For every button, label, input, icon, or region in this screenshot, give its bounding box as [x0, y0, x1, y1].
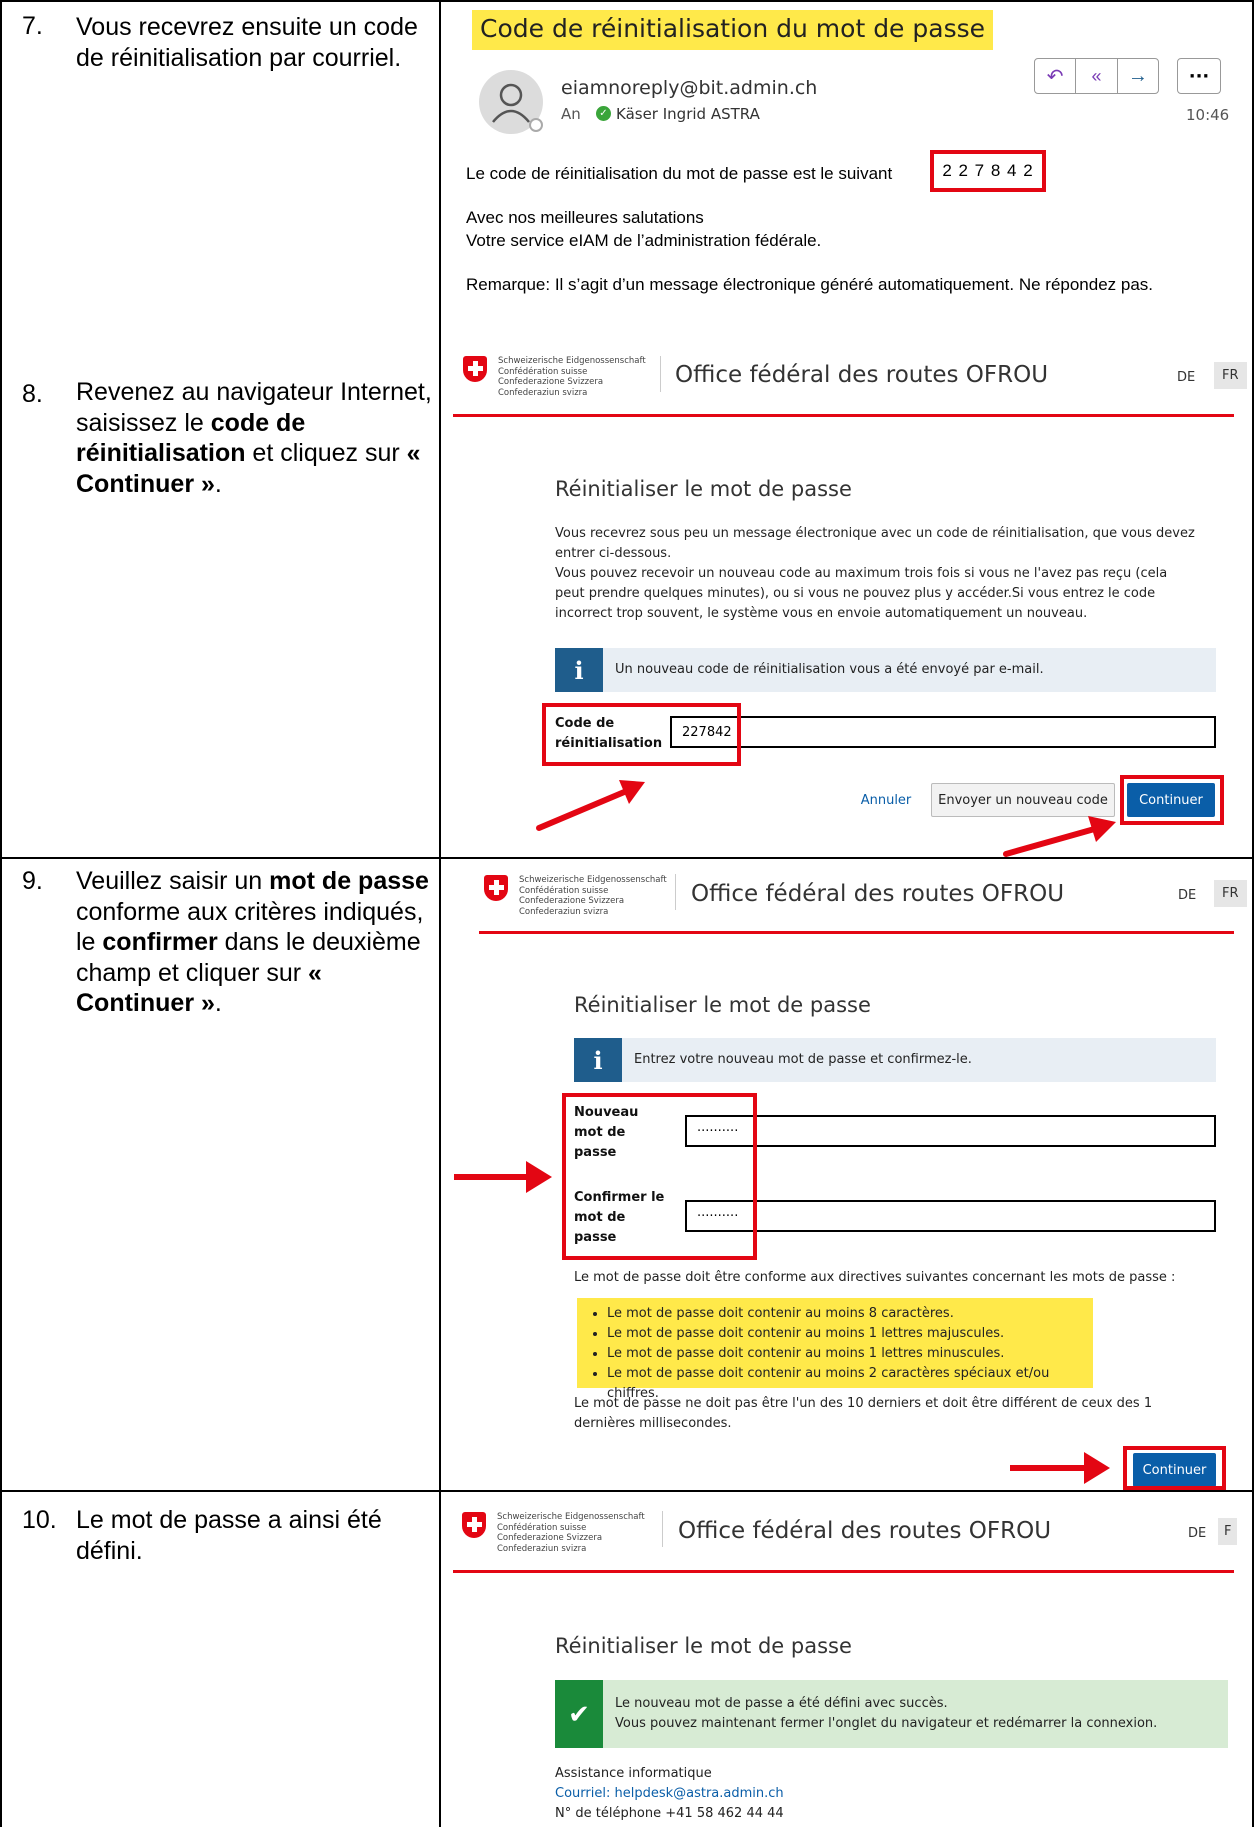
lang-de[interactable]: DE — [1188, 1526, 1206, 1541]
header-divider — [662, 1511, 663, 1547]
swiss-crest-icon — [462, 1512, 486, 1538]
email-recipient: Käser Ingrid ASTRA — [616, 105, 760, 123]
office-title: Office fédéral des routes OFROU — [691, 881, 1065, 907]
presence-icon — [529, 118, 543, 132]
page-title: Réinitialiser le mot de passe — [574, 993, 871, 1017]
support-phone: N° de téléphone +41 58 462 44 44 — [555, 1806, 784, 1821]
rule-item: Le mot de passe doit contenir au moins 1… — [607, 1344, 1093, 1364]
rule-item: Le mot de passe doit contenir au moins 8… — [607, 1304, 1093, 1324]
step-10-number: 10. — [22, 1506, 57, 1534]
reset-code-highlight: 2 2 7 8 4 2 — [930, 150, 1046, 192]
password-fields-highlight-box — [562, 1093, 757, 1260]
table-column-divider — [439, 0, 441, 1827]
arrow-to-password-icon — [454, 1161, 552, 1193]
avatar — [479, 70, 543, 134]
step-7-text: Vous recevrez ensuite un code de réiniti… — [76, 13, 418, 72]
reply-all-icon[interactable]: « — [1076, 59, 1118, 93]
office-title: Office fédéral des routes OFROU — [675, 362, 1049, 388]
info-text: Un nouveau code de réinitialisation vous… — [615, 662, 1044, 677]
forward-icon[interactable]: → — [1118, 59, 1158, 93]
lang-fr[interactable]: FR — [1214, 880, 1247, 907]
rules-list: Le mot de passe doit contenir au moins 8… — [577, 1298, 1093, 1404]
email-subject: Code de réinitialisation du mot de passe — [472, 10, 994, 50]
arrow-to-continue-icon — [1003, 816, 1116, 857]
table-border-left — [0, 0, 2, 1827]
code-highlight-box — [542, 703, 741, 766]
email-action-group: ↶ « → — [1034, 58, 1159, 94]
email-to-label: An — [561, 105, 581, 123]
email-greeting: Avec nos meilleures salutations — [466, 208, 704, 227]
step-9-number: 9. — [22, 867, 43, 895]
email-remark: Remarque: Il s’agit d’un message électro… — [466, 275, 1154, 294]
lang-de[interactable]: DE — [1177, 370, 1195, 385]
email-time: 10:46 — [1186, 106, 1230, 124]
info-text: Entrez votre nouveau mot de passe et con… — [634, 1052, 972, 1067]
cancel-button[interactable]: Annuler — [856, 785, 916, 815]
page-title: Réinitialiser le mot de passe — [555, 477, 852, 501]
confederation-label: Schweizerische Eidgenossenschaft Confédér… — [498, 356, 646, 398]
check-circle-icon: ✓ — [596, 106, 611, 121]
lang-fr[interactable]: FR — [1214, 362, 1247, 389]
reply-icon[interactable]: ↶ — [1035, 59, 1077, 93]
lang-de[interactable]: DE — [1178, 888, 1196, 903]
page-title: Réinitialiser le mot de passe — [555, 1634, 852, 1658]
header-red-rule — [453, 414, 1234, 417]
confederation-label: Schweizerische Eidgenossenschaft Confédér… — [519, 875, 667, 917]
history-rule: Le mot de passe ne doit pas être l'un de… — [574, 1396, 1153, 1431]
step-7-number: 7. — [22, 12, 43, 40]
step-10-text: Le mot de passe a ainsi été défini. — [76, 1506, 382, 1565]
intro-paragraph: Vous recevrez sous peu un message électr… — [555, 526, 1195, 621]
arrow-to-code-icon — [536, 780, 645, 831]
info-icon: i — [555, 648, 603, 692]
office-title: Office fédéral des routes OFROU — [678, 1518, 1052, 1544]
email-body-line: Le code de réinitialisation du mot de pa… — [466, 164, 893, 183]
table-border-top — [0, 0, 1254, 2]
support-title: Assistance informatique — [555, 1766, 712, 1781]
rules-intro: Le mot de passe doit être conforme aux d… — [574, 1270, 1176, 1285]
step-8-text: Revenez au navigateur Internet, saisisse… — [76, 378, 432, 498]
new-password-input[interactable]: ·········· — [685, 1115, 1216, 1147]
info-banner: i Entrez votre nouveau mot de passe et c… — [574, 1038, 1216, 1082]
continue-highlight-box — [1123, 1446, 1226, 1490]
continue-highlight-box — [1120, 775, 1224, 825]
header-divider — [660, 356, 661, 392]
info-banner: i Un nouveau code de réinitialisation vo… — [555, 648, 1216, 692]
lang-fr[interactable]: F — [1218, 1518, 1238, 1545]
swiss-crest-icon — [484, 875, 508, 901]
step-8-number: 8. — [22, 380, 43, 408]
info-icon: i — [574, 1038, 622, 1082]
header-red-rule — [479, 931, 1234, 934]
step-9-text: Veuillez saisir un mot de passe conforme… — [76, 867, 429, 1017]
confirm-password-input[interactable]: ·········· — [685, 1200, 1216, 1232]
arrow-to-continue-icon — [1010, 1452, 1110, 1484]
header-red-rule — [453, 1570, 1234, 1573]
header-divider — [675, 874, 676, 910]
reset-code-input[interactable]: 227842 — [670, 716, 1216, 748]
support-email-link[interactable]: Courriel: helpdesk@astra.admin.ch — [555, 1784, 784, 1804]
check-icon: ✔ — [555, 1680, 603, 1748]
success-text: Le nouveau mot de passe a été défini ave… — [615, 1696, 1158, 1731]
more-actions-button[interactable]: ··· — [1177, 58, 1221, 94]
swiss-crest-icon — [463, 356, 487, 382]
email-sender: eiamnoreply@bit.admin.ch — [561, 77, 818, 99]
row-divider-9-10 — [0, 1490, 1254, 1492]
support-block: Assistance informatique Courriel: helpde… — [555, 1764, 784, 1824]
rules-highlight: Le mot de passe doit contenir au moins 8… — [577, 1298, 1093, 1401]
email-signature: Votre service eIAM de l’administration f… — [466, 231, 822, 250]
success-banner: ✔ Le nouveau mot de passe a été défini a… — [555, 1680, 1228, 1748]
rule-item: Le mot de passe doit contenir au moins 1… — [607, 1324, 1093, 1344]
confederation-label: Schweizerische Eidgenossenschaft Confédér… — [497, 1512, 645, 1554]
